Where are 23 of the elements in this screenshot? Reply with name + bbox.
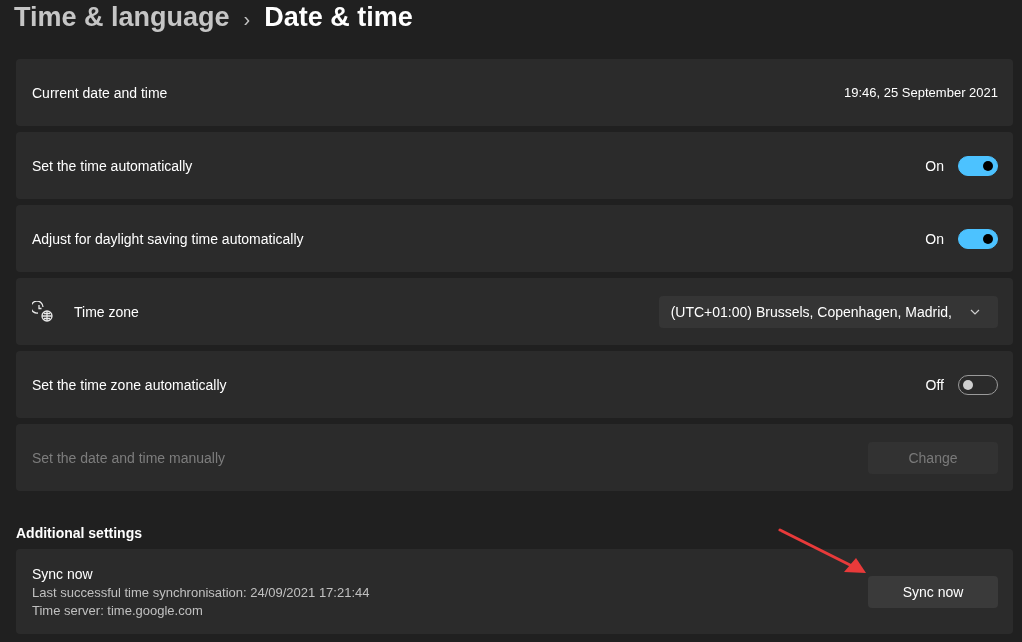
setting-label: Time zone bbox=[74, 303, 139, 320]
section-heading: Additional settings bbox=[16, 525, 143, 541]
sync-detail: Time server: time.google.com bbox=[32, 602, 204, 618]
breadcrumb-separator: › bbox=[243, 8, 251, 31]
toggle-state-label: Off bbox=[925, 376, 944, 393]
breadcrumb-parent[interactable]: Time & language bbox=[14, 2, 230, 33]
toggle-switch[interactable] bbox=[958, 155, 998, 176]
setting-label: Adjust for daylight saving time automatically bbox=[32, 230, 304, 247]
time-zone-dropdown[interactable]: (UTC+01:00) Brussels, Copenhagen, Madrid, bbox=[658, 295, 998, 328]
setting-value: 19:46, 25 September 2021 bbox=[844, 85, 998, 100]
chevron-down-icon bbox=[970, 308, 980, 315]
toggle-state-label: On bbox=[925, 157, 944, 174]
toggle-switch[interactable] bbox=[958, 228, 998, 249]
clock-globe-icon bbox=[32, 300, 54, 323]
sync-title: Sync now bbox=[32, 565, 94, 582]
toggle-state-label: On bbox=[925, 230, 944, 247]
sync-detail: Last successful time synchronisation: 24/09/2021 17:21:44 bbox=[32, 584, 370, 600]
page-title: Date & time bbox=[264, 2, 413, 33]
sync-now-button[interactable]: Sync now bbox=[868, 575, 998, 608]
setting-label: Set the date and time manually bbox=[32, 449, 225, 466]
setting-label: Current date and time bbox=[32, 84, 168, 101]
setting-label: Set the time automatically bbox=[32, 157, 193, 174]
setting-label: Set the time zone automatically bbox=[32, 376, 227, 393]
